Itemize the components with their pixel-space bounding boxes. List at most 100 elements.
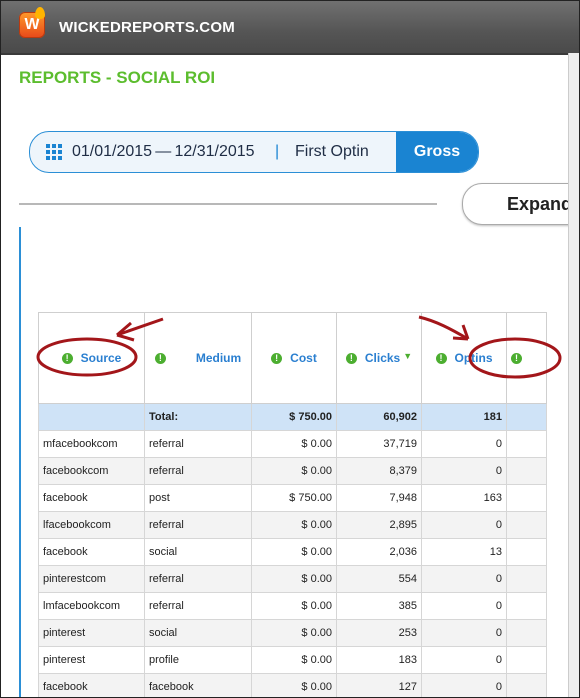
grid-calendar-icon[interactable]	[46, 144, 62, 160]
sort-descending-icon[interactable]: ▼	[403, 351, 412, 361]
cell-optins: 0	[421, 646, 507, 674]
cell-medium: referral	[144, 565, 252, 593]
column-header-clicks[interactable]: ! Clicks ▼	[336, 312, 422, 404]
cell-clicks: 7,948	[336, 484, 422, 512]
cell-cost: $ 0.00	[251, 511, 337, 539]
total-optins: 181	[421, 403, 507, 431]
cell-optins: 0	[421, 565, 507, 593]
page-scrollbar[interactable]	[568, 53, 579, 697]
cell-source: pinterestcom	[38, 565, 145, 593]
cell-cost: $ 0.00	[251, 565, 337, 593]
cell-cost: $ 0.00	[251, 619, 337, 647]
table-row: lfacebookcom referral $ 0.00 2,895 0	[38, 511, 547, 539]
cell-clicks: 2,036	[336, 538, 422, 566]
info-icon[interactable]: !	[345, 353, 357, 365]
table-row: facebook social $ 0.00 2,036 13	[38, 538, 547, 566]
cell-cost: $ 0.00	[251, 673, 337, 697]
cell-clicks: 385	[336, 592, 422, 620]
cell-optins: 0	[421, 592, 507, 620]
cell-source: lfacebookcom	[38, 511, 145, 539]
cell-optins: 0	[421, 457, 507, 485]
column-label-medium[interactable]: Medium	[196, 351, 241, 365]
cell-medium: social	[144, 619, 252, 647]
cell-cost: $ 0.00	[251, 538, 337, 566]
cell-source: lmfacebookcom	[38, 592, 145, 620]
divider-line	[19, 203, 437, 205]
column-header-optins[interactable]: ! Optins	[421, 312, 507, 404]
column-label-source[interactable]: Source	[81, 351, 122, 365]
cell-source: pinterest	[38, 646, 145, 674]
cell-cost: $ 0.00	[251, 592, 337, 620]
cell-clicks: 8,379	[336, 457, 422, 485]
table-row: mfacebookcom referral $ 0.00 37,719 0	[38, 430, 547, 458]
filter-separator: |	[275, 143, 280, 160]
info-icon[interactable]: !	[435, 353, 447, 365]
info-icon[interactable]: !	[61, 353, 73, 365]
cell-optins: 0	[421, 673, 507, 697]
info-icon[interactable]: !	[154, 353, 166, 365]
gross-toggle-button[interactable]: Gross	[396, 132, 478, 172]
table-header-row: ! Source ! Medium ! Cost ! Clicks ▼ ! Optins !	[38, 312, 547, 404]
cell-medium: profile	[144, 646, 252, 674]
cell-cost: $ 0.00	[251, 457, 337, 485]
column-header-next[interactable]: !	[506, 312, 547, 404]
cell-optins: 0	[421, 619, 507, 647]
table-row: facebookcom referral $ 0.00 8,379 0	[38, 457, 547, 485]
column-header-cost[interactable]: ! Cost	[251, 312, 337, 404]
cell-source: facebook	[38, 673, 145, 697]
cell-medium: referral	[144, 592, 252, 620]
cell-source: facebook	[38, 538, 145, 566]
cell-medium: referral	[144, 430, 252, 458]
app-frame: W WICKEDREPORTS.COM REPORTS - SOCIAL ROI…	[0, 0, 580, 698]
total-label: Total:	[144, 403, 252, 431]
cell-clicks: 37,719	[336, 430, 422, 458]
column-label-clicks[interactable]: Clicks	[365, 351, 400, 365]
column-label-optins[interactable]: Optins	[455, 351, 493, 365]
column-label-cost[interactable]: Cost	[290, 351, 317, 365]
cell-cost: $ 750.00	[251, 484, 337, 512]
cell-optins: 0	[421, 430, 507, 458]
page-title: REPORTS - SOCIAL ROI	[19, 68, 216, 87]
cell-source: mfacebookcom	[38, 430, 145, 458]
column-header-source[interactable]: ! Source	[38, 312, 145, 404]
total-cost: $ 750.00	[251, 403, 337, 431]
cell-cost: $ 0.00	[251, 646, 337, 674]
total-clicks: 60,902	[336, 403, 422, 431]
cell-clicks: 127	[336, 673, 422, 697]
cell-clicks: 2,895	[336, 511, 422, 539]
expand-button[interactable]: Expand	[462, 183, 579, 225]
table-row: lmfacebookcom referral $ 0.00 385 0	[38, 592, 547, 620]
cell-medium: social	[144, 538, 252, 566]
total-row: Total: $ 750.00 60,902 181	[38, 403, 547, 431]
cell-medium: referral	[144, 457, 252, 485]
left-accent-line	[19, 227, 21, 697]
cell-clicks: 253	[336, 619, 422, 647]
filter-bar: 01/01/2015 — 12/31/2015 | First Optin Gr…	[29, 131, 479, 173]
cell-source: pinterest	[38, 619, 145, 647]
social-roi-table: ! Source ! Medium ! Cost ! Clicks ▼ ! Optins !…	[38, 312, 547, 697]
info-icon[interactable]: !	[511, 353, 522, 365]
cell-optins: 0	[421, 511, 507, 539]
table-row: facebook facebook $ 0.00 127 0	[38, 673, 547, 697]
column-header-medium[interactable]: ! Medium	[144, 312, 252, 404]
cell-clicks: 554	[336, 565, 422, 593]
cell-optins: 13	[421, 538, 507, 566]
cell-medium: referral	[144, 511, 252, 539]
table-row: pinterestcom referral $ 0.00 554 0	[38, 565, 547, 593]
cell-source: facebookcom	[38, 457, 145, 485]
brand-name[interactable]: WICKEDREPORTS.COM	[59, 19, 235, 36]
top-bar: W WICKEDREPORTS.COM	[1, 1, 579, 55]
cell-source: facebook	[38, 484, 145, 512]
cell-medium: post	[144, 484, 252, 512]
cell-cost: $ 0.00	[251, 430, 337, 458]
date-range-selector[interactable]: 01/01/2015 — 12/31/2015	[72, 143, 255, 161]
expand-button-label: Expand	[507, 194, 573, 214]
table-row: pinterest social $ 0.00 253 0	[38, 619, 547, 647]
cell-clicks: 183	[336, 646, 422, 674]
table-row: facebook post $ 750.00 7,948 163	[38, 484, 547, 512]
info-icon[interactable]: !	[271, 353, 283, 365]
table-row: pinterest profile $ 0.00 183 0	[38, 646, 547, 674]
attribution-selector[interactable]: First Optin	[295, 143, 369, 161]
flame-icon	[35, 7, 45, 19]
cell-medium: facebook	[144, 673, 252, 697]
